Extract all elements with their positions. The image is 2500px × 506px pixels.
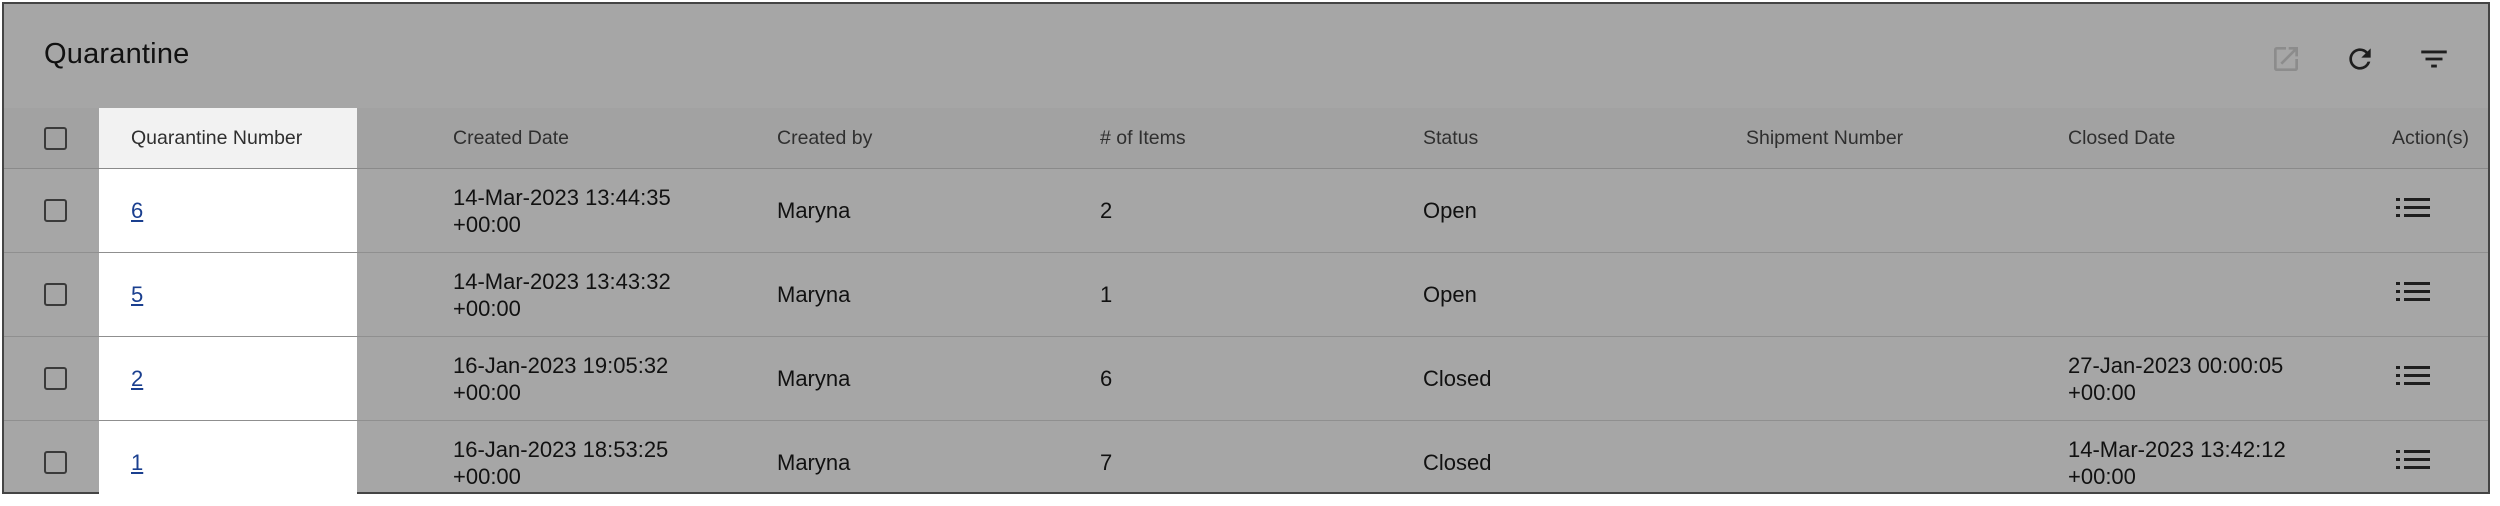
row-select-cell [44,337,74,420]
actions-cell [2392,169,2492,252]
shipment-number-cell [1746,253,2046,336]
items-count-cell: 7 [1100,449,1113,475]
filter-icon [2417,42,2451,76]
closed-date-tz: +00:00 [2068,463,2136,489]
filter-button[interactable] [2412,37,2456,81]
closed-date-cell [2068,169,2368,252]
page-title: Quarantine [44,38,190,70]
created-date-cell: 16-Jan-2023 18:53:25 +00:00 [453,421,753,504]
row-select-cell [44,253,74,336]
created-by-cell: Maryna [777,449,851,475]
quarantine-table: Quarantine Number Created Date Created b… [4,108,2488,504]
open-in-new-button[interactable] [2264,37,2308,81]
column-header-shipment-number[interactable]: Shipment Number [1746,108,2046,168]
closed-date-cell: 27-Jan-2023 00:00:05 +00:00 [2068,337,2368,420]
quarantine-number-cell: 2 [99,337,357,420]
refresh-button[interactable] [2338,37,2382,81]
column-header-created-date[interactable]: Created Date [453,108,753,168]
items-count-cell: 1 [1100,281,1113,307]
table-row: 5 14-Mar-2023 13:43:32 +00:00 Maryna 1 O… [4,253,2488,337]
row-checkbox[interactable] [44,451,67,474]
select-all-cell [44,108,74,168]
quarantine-number-link[interactable]: 5 [131,282,143,308]
actions-cell [2392,253,2492,336]
created-by-cell: Maryna [777,365,851,391]
row-checkbox[interactable] [44,367,67,390]
column-header-items[interactable]: # of Items [1100,108,1400,168]
status-cell: Open [1423,281,1477,307]
quarantine-panel: Quarantine Quarantine Number Created Dat… [2,2,2490,504]
quarantine-number-link[interactable]: 2 [131,366,143,392]
actions-list-icon[interactable] [2396,363,2430,395]
toolbar: Quarantine [4,4,2488,109]
row-checkbox[interactable] [44,199,67,222]
table-header-row: Quarantine Number Created Date Created b… [4,108,2488,169]
refresh-icon [2344,43,2376,75]
column-header-created-by[interactable]: Created by [777,108,1077,168]
closed-date-cell [2068,253,2368,336]
created-date: 14-Mar-2023 13:44:35 [453,184,671,210]
created-date: 16-Jan-2023 19:05:32 [453,352,669,378]
closed-date-cell: 14-Mar-2023 13:42:12 +00:00 [2068,421,2368,504]
shipment-number-cell [1746,169,2046,252]
select-all-checkbox[interactable] [44,126,67,150]
actions-list-icon[interactable] [2396,279,2430,311]
items-count-cell: 6 [1100,365,1113,391]
closed-date: 14-Mar-2023 13:42:12 [2068,436,2286,462]
closed-date-tz: +00:00 [2068,379,2136,405]
quarantine-number-cell: 5 [99,253,357,336]
actions-cell [2392,421,2492,504]
column-header-quarantine-number[interactable]: Quarantine Number [99,108,357,168]
created-date-tz: +00:00 [453,295,521,321]
quarantine-number-link[interactable]: 1 [131,450,143,476]
status-cell: Closed [1423,365,1492,391]
created-date-tz: +00:00 [453,379,521,405]
created-date: 16-Jan-2023 18:53:25 [453,436,669,462]
created-date-cell: 16-Jan-2023 19:05:32 +00:00 [453,337,753,420]
open-in-new-icon [2270,43,2302,75]
quarantine-number-cell: 6 [99,169,357,252]
row-checkbox[interactable] [44,283,67,306]
column-header-status[interactable]: Status [1423,108,1723,168]
row-select-cell [44,169,74,252]
created-by-cell: Maryna [777,281,851,307]
actions-list-icon[interactable] [2396,447,2430,479]
actions-list-icon[interactable] [2396,195,2430,227]
status-cell: Closed [1423,449,1492,475]
shipment-number-cell [1746,337,2046,420]
items-count-cell: 2 [1100,197,1113,223]
column-header-actions: Action(s) [2392,126,2469,149]
created-date: 14-Mar-2023 13:43:32 [453,268,671,294]
quarantine-number-link[interactable]: 6 [131,198,143,224]
table-row: 6 14-Mar-2023 13:44:35 +00:00 Maryna 2 O… [4,169,2488,253]
created-by-cell: Maryna [777,197,851,223]
quarantine-number-cell: 1 [99,421,357,504]
table-row: 2 16-Jan-2023 19:05:32 +00:00 Maryna 6 C… [4,337,2488,421]
actions-cell [2392,337,2492,420]
row-select-cell [44,421,74,504]
status-cell: Open [1423,197,1477,223]
created-date-cell: 14-Mar-2023 13:43:32 +00:00 [453,253,753,336]
closed-date: 27-Jan-2023 00:00:05 [2068,352,2284,378]
created-date-tz: +00:00 [453,463,521,489]
table-row: 1 16-Jan-2023 18:53:25 +00:00 Maryna 7 C… [4,421,2488,504]
created-date-tz: +00:00 [453,211,521,237]
created-date-cell: 14-Mar-2023 13:44:35 +00:00 [453,169,753,252]
column-header-closed-date[interactable]: Closed Date [2068,108,2368,168]
shipment-number-cell [1746,421,2046,504]
